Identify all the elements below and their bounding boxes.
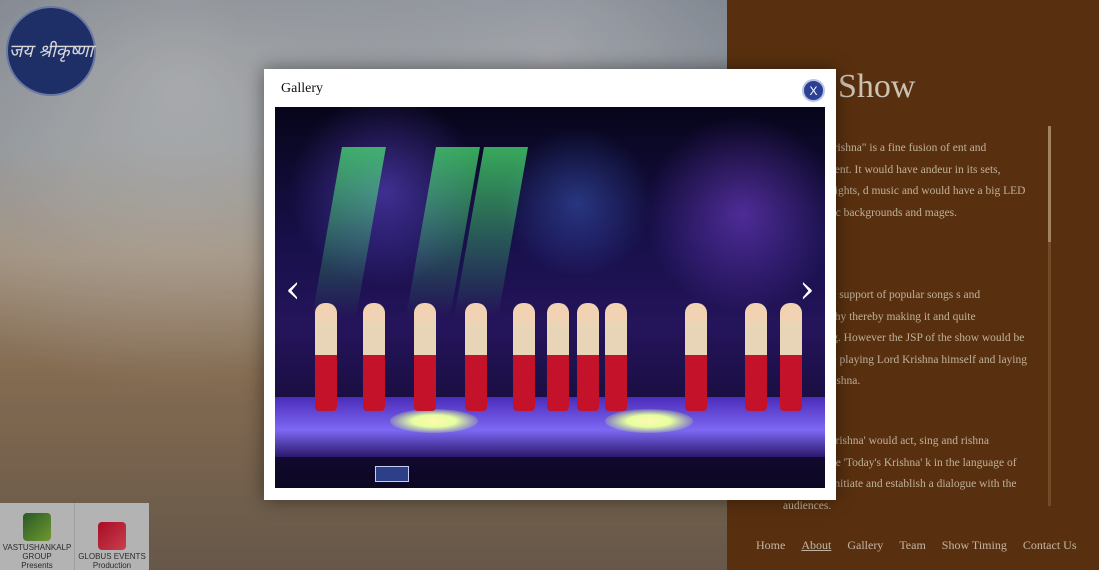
performer [745, 303, 767, 411]
floor-light-pool [390, 409, 478, 433]
next-image-button[interactable]: › [793, 267, 821, 311]
performer [414, 303, 436, 411]
chevron-left-icon: ‹ [285, 267, 301, 311]
close-button[interactable]: X [802, 79, 825, 102]
performer [315, 303, 337, 411]
close-icon: X [809, 83, 818, 98]
gallery-image: ‹ › [275, 107, 825, 488]
gallery-modal: Gallery X ‹ › [264, 69, 836, 500]
performer [513, 303, 535, 411]
gallery-thumbnail[interactable] [375, 466, 409, 482]
prev-image-button[interactable]: ‹ [279, 267, 307, 311]
floor-light-pool [605, 409, 693, 433]
performer [685, 303, 707, 411]
modal-title: Gallery [281, 81, 323, 96]
performer [465, 303, 487, 411]
performer [577, 303, 599, 411]
performer [547, 303, 569, 411]
performer [363, 303, 385, 411]
performer [780, 303, 802, 411]
performer [605, 303, 627, 411]
chevron-right-icon: › [799, 267, 815, 311]
